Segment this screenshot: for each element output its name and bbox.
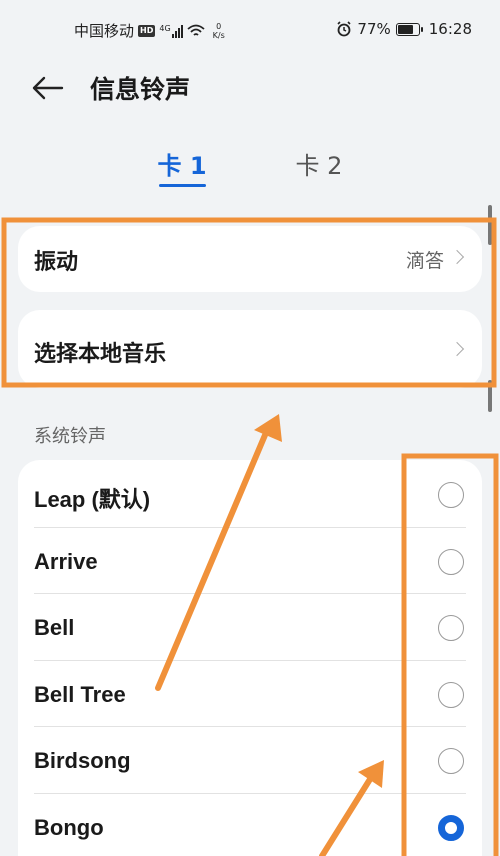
ringtone-radio[interactable] <box>438 615 464 641</box>
local-music-card: 选择本地音乐 <box>18 310 482 388</box>
ringtone-name: Bell <box>34 615 75 640</box>
ringtone-radio[interactable] <box>438 548 464 575</box>
tab-indicator <box>159 184 206 187</box>
ringtone-name: Bell Tree <box>34 681 126 707</box>
alarm-icon <box>337 21 351 37</box>
ringtone-row[interactable]: Arrive <box>18 526 482 594</box>
tab-sim-1[interactable]: 卡 1 <box>152 146 212 181</box>
chevron-right-icon <box>449 341 465 357</box>
ringtone-list: Leap (默认) Arrive Bell Bell Tree Birdsong… <box>18 460 482 856</box>
wifi-icon <box>187 24 205 36</box>
vibration-label: 振动 <box>34 250 79 275</box>
ringtone-row[interactable]: Bongo <box>18 792 482 856</box>
ringtone-radio[interactable] <box>438 748 464 774</box>
ringtone-radio[interactable] <box>438 814 464 841</box>
back-arrow-icon <box>32 76 64 100</box>
status-bar: 中国移动 HD 4G 0 K/s 77% 16:28 <box>0 0 500 58</box>
status-left: 中国移动 HD 4G 0 K/s <box>74 20 225 41</box>
page-title: 信息铃声 <box>90 75 191 104</box>
section-title: 系统铃声 <box>34 426 106 447</box>
ringtone-row[interactable]: Bell Tree <box>18 659 482 727</box>
vibration-card: 振动 滴答 <box>18 226 482 292</box>
clock: 16:28 <box>428 20 472 38</box>
hd-badge: HD <box>138 24 156 37</box>
vibration-row[interactable]: 振动 滴答 <box>18 226 482 292</box>
ringtone-name: Bongo <box>34 814 104 840</box>
signal-icon: 4G <box>159 23 183 38</box>
carrier-name: 中国移动 <box>74 22 135 40</box>
ringtone-row[interactable]: Leap (默认) <box>18 460 482 527</box>
scrollbar-thumb-secondary[interactable] <box>488 380 492 412</box>
local-music-row[interactable]: 选择本地音乐 <box>18 310 482 388</box>
net-speed: 0 K/s <box>212 21 225 40</box>
tab-sim-2[interactable]: 卡 2 <box>289 146 349 181</box>
ringtone-radio[interactable] <box>438 482 464 508</box>
scrollbar-thumb[interactable] <box>488 205 492 245</box>
ringtone-name: Birdsong <box>34 748 131 773</box>
ringtone-name: Leap (默认) <box>34 487 151 512</box>
battery-icon <box>395 22 423 36</box>
chevron-right-icon <box>449 249 465 265</box>
local-music-label: 选择本地音乐 <box>34 342 167 367</box>
annotation-arrowhead <box>254 414 282 442</box>
header: 信息铃声 <box>0 58 500 118</box>
ringtone-radio[interactable] <box>438 681 464 708</box>
ringtone-row[interactable]: Bell <box>18 593 482 660</box>
vibration-value: 滴答 <box>405 250 444 272</box>
battery-percent: 77% <box>357 20 391 38</box>
ringtone-row[interactable]: Birdsong <box>18 726 482 793</box>
network-type: 4G <box>159 23 171 33</box>
sim-tabs: 卡 1 卡 2 <box>0 146 500 192</box>
back-button[interactable] <box>30 72 66 104</box>
ringtone-name: Arrive <box>34 548 98 574</box>
status-right: 77% 16:28 <box>336 20 472 38</box>
